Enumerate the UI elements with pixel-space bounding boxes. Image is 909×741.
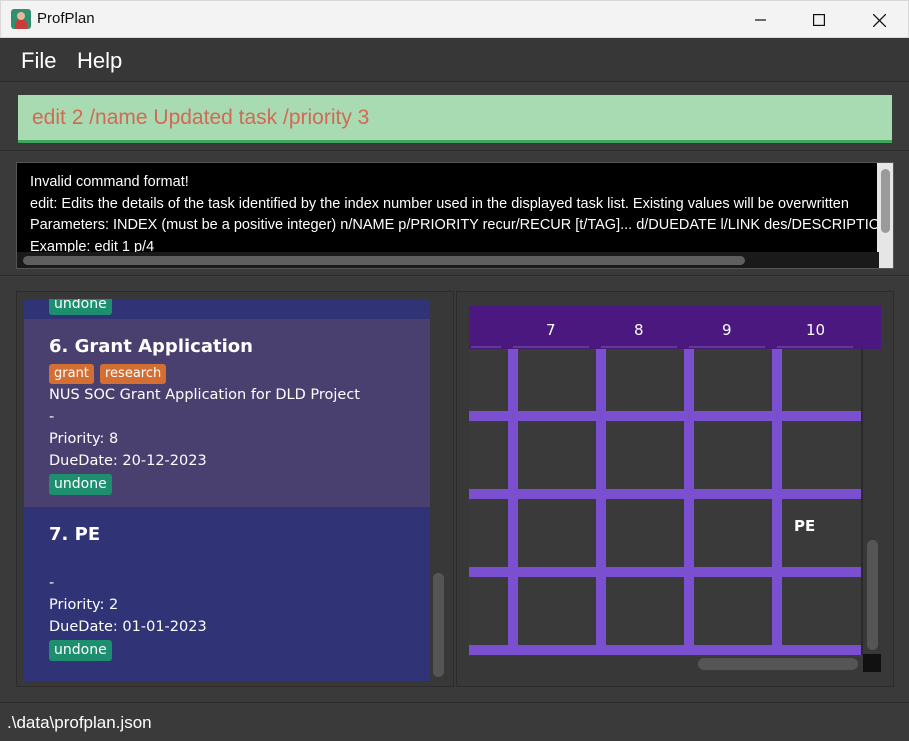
main-area: undone 6. Grant Application grant resear… bbox=[0, 277, 909, 702]
result-display-container: Invalid command format! edit: Edits the … bbox=[0, 152, 909, 276]
task-card[interactable]: 6. Grant Application grant research NUS … bbox=[24, 319, 430, 507]
task-title: 6. Grant Application bbox=[49, 336, 253, 357]
menu-file[interactable]: File bbox=[21, 48, 56, 74]
command-input[interactable]: edit 2 /name Updated task /priority 3 bbox=[18, 95, 892, 143]
event-label: PE bbox=[794, 517, 816, 535]
task-list: undone 6. Grant Application grant resear… bbox=[24, 299, 430, 681]
window-title: ProfPlan bbox=[37, 10, 95, 27]
calendar-vertical-scroll-thumb[interactable] bbox=[867, 540, 878, 650]
task-priority: Priority: 2 bbox=[49, 597, 119, 613]
minimize-button[interactable] bbox=[732, 1, 790, 39]
day-label: 7 bbox=[546, 321, 556, 339]
status-badge: undone bbox=[49, 299, 112, 315]
result-display[interactable]: Invalid command format! edit: Edits the … bbox=[16, 162, 894, 269]
status-badge: undone bbox=[49, 640, 112, 661]
task-card[interactable]: undone bbox=[24, 299, 430, 319]
calendar-panel[interactable]: 7 8 9 10 PE bbox=[456, 291, 894, 687]
maximize-button[interactable] bbox=[790, 1, 848, 39]
task-list-scroll-thumb[interactable] bbox=[433, 573, 444, 677]
calendar-horizontal-scroll-thumb[interactable] bbox=[698, 658, 858, 670]
command-box-container: edit 2 /name Updated task /priority 3 bbox=[0, 83, 909, 151]
task-card[interactable]: 7. PE - Priority: 2 DueDate: 01-01-2023 … bbox=[24, 507, 430, 681]
task-link: - bbox=[49, 409, 55, 425]
result-vertical-scroll-thumb[interactable] bbox=[881, 169, 890, 233]
task-list-panel[interactable]: undone 6. Grant Application grant resear… bbox=[16, 291, 454, 687]
status-badge: undone bbox=[49, 474, 112, 495]
result-line: Invalid command format! bbox=[30, 174, 189, 190]
result-vertical-scrollbar[interactable] bbox=[877, 163, 893, 268]
task-priority: Priority: 8 bbox=[49, 431, 119, 447]
result-line: edit: Edits the details of the task iden… bbox=[30, 195, 849, 212]
calendar-event[interactable]: PE bbox=[788, 508, 855, 561]
calendar-grid bbox=[469, 306, 881, 657]
task-due-date: DueDate: 01-01-2023 bbox=[49, 619, 207, 635]
task-link: - bbox=[49, 575, 55, 591]
result-horizontal-scrollbar[interactable] bbox=[17, 252, 879, 268]
result-text: Invalid command format! edit: Edits the … bbox=[30, 172, 891, 258]
save-file-path: .\data\profplan.json bbox=[7, 713, 152, 732]
title-bar: ProfPlan bbox=[0, 0, 909, 38]
tag-badge: research bbox=[100, 364, 167, 384]
command-input-text[interactable]: edit 2 /name Updated task /priority 3 bbox=[32, 106, 369, 130]
task-title: 7. PE bbox=[49, 524, 101, 545]
menu-help[interactable]: Help bbox=[77, 48, 122, 74]
day-label: 9 bbox=[722, 321, 732, 339]
status-bar: .\data\profplan.json bbox=[0, 702, 909, 741]
close-icon bbox=[872, 13, 886, 27]
profplan-app-icon bbox=[11, 9, 31, 29]
menu-bar: File Help bbox=[0, 38, 909, 82]
result-line: Parameters: INDEX (must be a positive in… bbox=[30, 217, 891, 233]
scroll-corner bbox=[863, 654, 881, 672]
task-due-date: DueDate: 20-12-2023 bbox=[49, 453, 207, 469]
day-label: 8 bbox=[634, 321, 644, 339]
day-label: 10 bbox=[806, 321, 826, 339]
result-horizontal-scroll-thumb[interactable] bbox=[23, 256, 745, 265]
close-button[interactable] bbox=[850, 1, 908, 39]
tag-badge: grant bbox=[49, 364, 94, 384]
maximize-icon bbox=[813, 14, 825, 26]
task-description: NUS SOC Grant Application for DLD Projec… bbox=[49, 387, 360, 403]
minimize-icon bbox=[755, 19, 766, 21]
